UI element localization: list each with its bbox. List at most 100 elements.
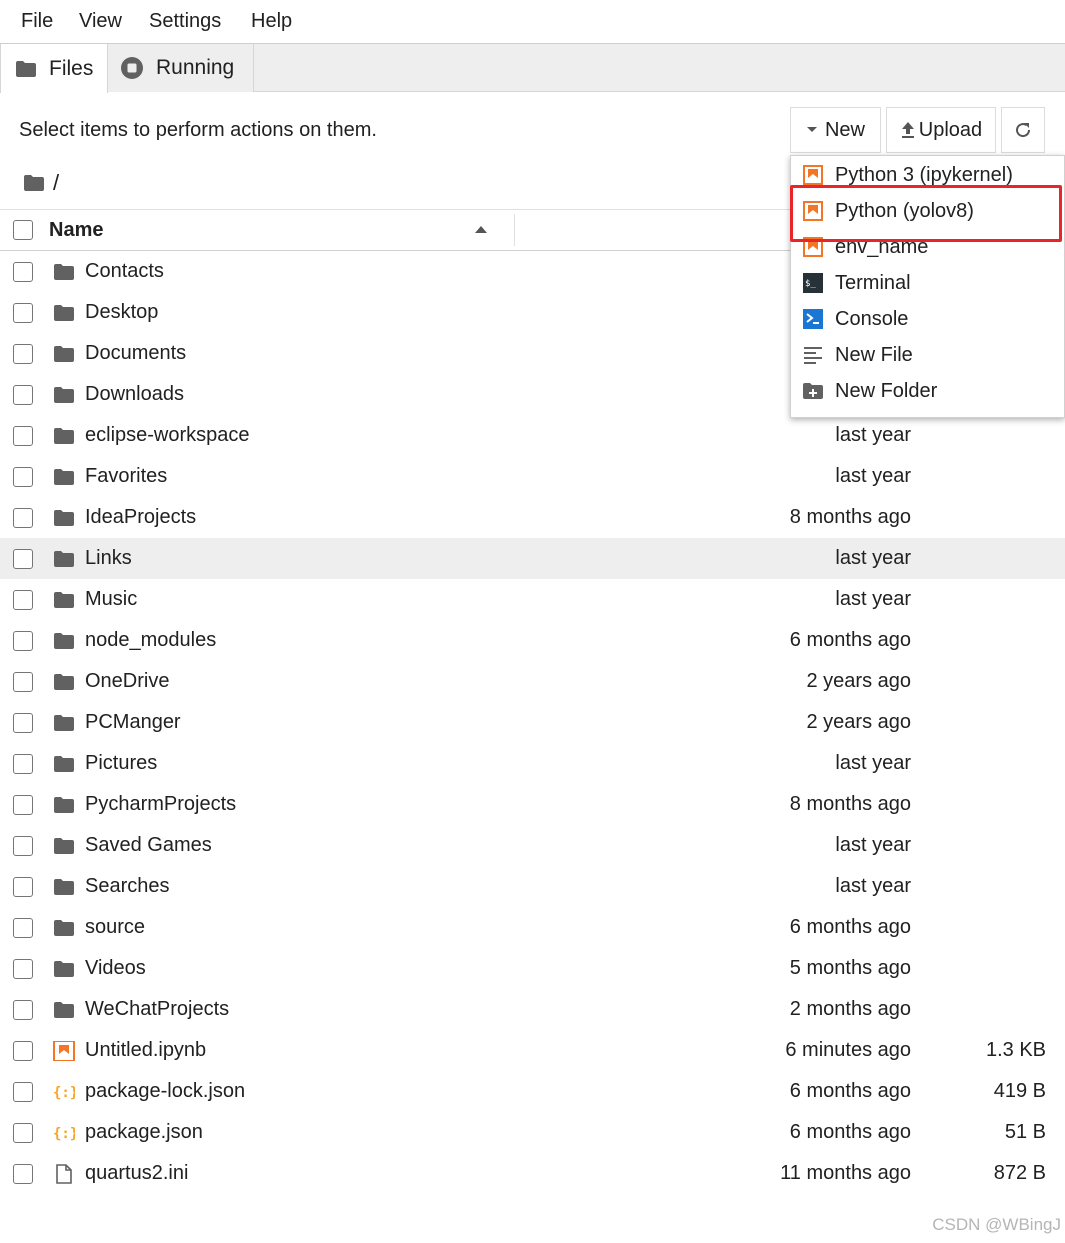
row-checkbox[interactable] (13, 713, 33, 733)
file-name[interactable]: quartus2.ini (85, 1162, 188, 1185)
file-name[interactable]: Searches (85, 875, 170, 898)
row-checkbox[interactable] (13, 590, 33, 610)
row-checkbox[interactable] (13, 1164, 33, 1184)
row-checkbox[interactable] (13, 754, 33, 774)
file-modified: 11 months ago (780, 1162, 911, 1184)
refresh-button[interactable] (1001, 107, 1045, 153)
new-button-label: New (824, 118, 865, 141)
file-row[interactable]: {:} package.json 6 months ago 51 B (0, 1112, 1065, 1153)
file-name[interactable]: Contacts (85, 260, 164, 283)
file-name[interactable]: Pictures (85, 752, 157, 775)
menu-view[interactable]: View (79, 10, 122, 33)
file-row[interactable]: Favorites last year (0, 456, 1065, 497)
column-divider[interactable] (514, 214, 515, 246)
row-checkbox[interactable] (13, 262, 33, 282)
json-file-icon: {:} (53, 1123, 78, 1143)
file-row[interactable]: WeChatProjects 2 months ago (0, 989, 1065, 1030)
file-row[interactable]: node_modules 6 months ago (0, 620, 1065, 661)
file-modified: 8 months ago (789, 793, 911, 815)
file-name[interactable]: Favorites (85, 465, 167, 488)
file-name[interactable]: Videos (85, 957, 146, 980)
new-button[interactable]: New (790, 107, 881, 153)
menu-item-terminal[interactable]: $_ Terminal (791, 267, 1065, 303)
file-name[interactable]: Saved Games (85, 834, 212, 857)
file-name[interactable]: Links (85, 547, 132, 570)
file-name[interactable]: package.json (85, 1121, 203, 1144)
row-checkbox[interactable] (13, 672, 33, 692)
file-name[interactable]: WeChatProjects (85, 998, 229, 1021)
row-checkbox[interactable] (13, 959, 33, 979)
caret-down-icon (806, 127, 817, 132)
file-size: 51 B (1004, 1121, 1046, 1143)
row-checkbox[interactable] (13, 467, 33, 487)
file-name[interactable]: package-lock.json (85, 1080, 245, 1103)
breadcrumb-path[interactable]: / (53, 170, 59, 196)
menu-item-new-folder[interactable]: New Folder (791, 375, 1065, 411)
row-checkbox[interactable] (13, 303, 33, 323)
file-row[interactable]: quartus2.ini 11 months ago 872 B (0, 1153, 1065, 1194)
file-size: 872 B (993, 1162, 1046, 1184)
row-checkbox[interactable] (13, 631, 33, 651)
upload-button[interactable]: Upload (886, 107, 996, 153)
file-row[interactable]: IdeaProjects 8 months ago (0, 497, 1065, 538)
folder-icon[interactable] (23, 174, 45, 192)
select-all-checkbox[interactable] (13, 220, 33, 240)
file-row[interactable]: eclipse-workspace last year (0, 415, 1065, 456)
folder-icon (53, 959, 75, 979)
text-file-icon (804, 347, 822, 364)
row-checkbox[interactable] (13, 549, 33, 569)
file-name[interactable]: source (85, 916, 145, 939)
row-checkbox[interactable] (13, 1000, 33, 1020)
file-name[interactable]: PCManger (85, 711, 181, 734)
file-name[interactable]: Untitled.ipynb (85, 1039, 206, 1062)
name-column-header[interactable]: Name (49, 219, 103, 242)
row-checkbox[interactable] (13, 1041, 33, 1061)
tab-running[interactable]: Running (108, 44, 254, 92)
row-checkbox[interactable] (13, 877, 33, 897)
file-row[interactable]: Videos 5 months ago (0, 948, 1065, 989)
row-checkbox[interactable] (13, 344, 33, 364)
file-row[interactable]: {:} package-lock.json 6 months ago 419 B (0, 1071, 1065, 1112)
file-modified: last year (835, 424, 911, 446)
file-name[interactable]: PycharmProjects (85, 793, 236, 816)
file-row[interactable]: PCManger 2 years ago (0, 702, 1065, 743)
row-checkbox[interactable] (13, 385, 33, 405)
row-checkbox[interactable] (13, 836, 33, 856)
file-row[interactable]: Links last year (0, 538, 1065, 579)
file-row[interactable]: source 6 months ago (0, 907, 1065, 948)
sort-ascending-icon[interactable] (475, 226, 487, 233)
menu-file[interactable]: File (21, 10, 53, 33)
file-row[interactable]: Searches last year (0, 866, 1065, 907)
menu-item-console[interactable]: Console (791, 303, 1065, 339)
file-icon (53, 1164, 75, 1184)
row-checkbox[interactable] (13, 918, 33, 938)
file-modified: last year (835, 547, 911, 569)
file-row[interactable]: OneDrive 2 years ago (0, 661, 1065, 702)
row-checkbox[interactable] (13, 795, 33, 815)
file-name[interactable]: Downloads (85, 383, 184, 406)
row-checkbox[interactable] (13, 508, 33, 528)
file-row[interactable]: Saved Games last year (0, 825, 1065, 866)
tab-files[interactable]: Files (0, 44, 108, 93)
file-name[interactable]: node_modules (85, 629, 216, 652)
menu-help[interactable]: Help (251, 10, 292, 33)
file-name[interactable]: eclipse-workspace (85, 424, 250, 447)
row-checkbox[interactable] (13, 1123, 33, 1143)
new-folder-icon (803, 383, 823, 399)
file-name[interactable]: Documents (85, 342, 186, 365)
menu-settings[interactable]: Settings (149, 10, 221, 33)
row-checkbox[interactable] (13, 426, 33, 446)
file-name[interactable]: Desktop (85, 301, 158, 324)
stop-circle-icon (121, 57, 143, 79)
row-checkbox[interactable] (13, 1082, 33, 1102)
file-modified: 2 years ago (806, 670, 911, 692)
file-row[interactable]: Pictures last year (0, 743, 1065, 784)
file-name[interactable]: IdeaProjects (85, 506, 196, 529)
file-row[interactable]: PycharmProjects 8 months ago (0, 784, 1065, 825)
file-row[interactable]: Music last year (0, 579, 1065, 620)
file-name[interactable]: Music (85, 588, 137, 611)
file-row[interactable]: Untitled.ipynb 6 minutes ago 1.3 KB (0, 1030, 1065, 1071)
file-name[interactable]: OneDrive (85, 670, 169, 693)
refresh-icon (1016, 123, 1031, 138)
menu-item-new-file[interactable]: New File (791, 339, 1065, 375)
